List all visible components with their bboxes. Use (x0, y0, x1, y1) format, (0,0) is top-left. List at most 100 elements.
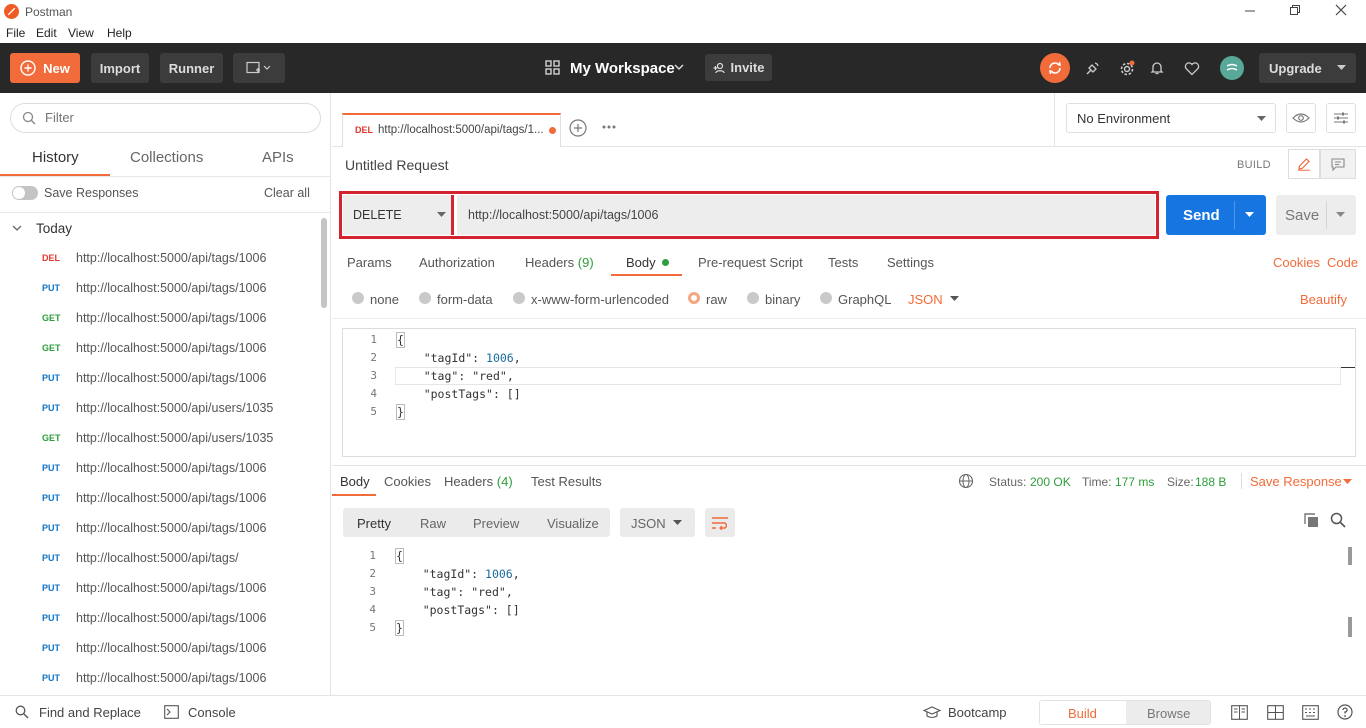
tab-body[interactable]: Body (626, 255, 670, 270)
menu-file[interactable]: File (6, 26, 25, 40)
history-item[interactable]: PUT http://localhost:5000/api/tags/1006 (0, 453, 320, 483)
wrap-lines-button[interactable] (705, 508, 735, 537)
body-mode-binary[interactable]: binary (765, 292, 800, 307)
environment-quick-look-button[interactable] (1286, 103, 1316, 133)
new-window-button[interactable] (233, 53, 285, 83)
more-tabs-button[interactable] (602, 125, 616, 129)
caret-down-icon[interactable] (1343, 479, 1352, 485)
menu-help[interactable]: Help (107, 26, 132, 40)
caret-down-icon[interactable] (950, 296, 959, 302)
save-responses-toggle[interactable] (12, 186, 38, 200)
history-item[interactable]: PUT http://localhost:5000/api/tags/1006 (0, 573, 320, 603)
code-link[interactable]: Code (1327, 255, 1358, 270)
body-mode-graphql[interactable]: GraphQL (838, 292, 891, 307)
tab-tests[interactable]: Tests (828, 255, 858, 270)
avatar[interactable] (1220, 56, 1244, 80)
minimize-button[interactable] (1244, 4, 1256, 16)
tab-apis[interactable]: APIs (262, 149, 294, 166)
response-tab-cookies[interactable]: Cookies (384, 474, 431, 489)
history-item[interactable]: PUT http://localhost:5000/api/tags/1006 (0, 603, 320, 633)
response-tab-body[interactable]: Body (340, 474, 370, 489)
menu-view[interactable]: View (68, 26, 94, 40)
caret-down-icon[interactable] (1245, 212, 1254, 218)
tab-headers[interactable]: Headers (9) (525, 255, 594, 270)
chevron-down-icon[interactable] (12, 224, 22, 232)
tab-history[interactable]: History (32, 149, 79, 166)
history-item[interactable]: PUT http://localhost:5000/api/tags/1006 (0, 273, 320, 303)
radio-none[interactable] (352, 292, 364, 304)
search-icon[interactable] (1330, 512, 1346, 528)
radio-raw-selected[interactable] (688, 292, 700, 304)
two-pane-view-icon[interactable] (1267, 705, 1284, 720)
history-group-today[interactable]: Today (36, 221, 72, 236)
new-button[interactable]: New (10, 53, 80, 83)
beautify-button[interactable]: Beautify (1300, 292, 1347, 307)
history-item[interactable]: DEL http://localhost:5000/api/tags/1006 (0, 243, 320, 273)
tab-prerequest-script[interactable]: Pre-request Script (698, 255, 803, 270)
radio-form-data[interactable] (419, 292, 431, 304)
history-item[interactable]: PUT http://localhost:5000/api/tags/1006 (0, 633, 320, 663)
invite-button[interactable]: Invite (705, 54, 772, 81)
console-button[interactable]: Console (188, 705, 236, 720)
workspace-selector[interactable]: My Workspace (570, 60, 675, 77)
response-body-viewer[interactable]: 1 2 3 4 5 { "tagId": 1006, "tag": "red",… (342, 545, 1356, 690)
filter-input[interactable] (10, 103, 321, 133)
response-tab-test-results[interactable]: Test Results (531, 474, 602, 489)
import-button[interactable]: Import (91, 53, 149, 83)
sync-button[interactable] (1040, 53, 1070, 83)
raw-format-select[interactable]: JSON (908, 292, 943, 307)
view-raw[interactable]: Raw (420, 516, 446, 531)
environment-select[interactable]: No Environment (1066, 103, 1276, 133)
filter-field[interactable] (45, 110, 305, 125)
body-mode-form-data[interactable]: form-data (437, 292, 493, 307)
find-and-replace-button[interactable]: Find and Replace (39, 705, 141, 720)
comments-button[interactable] (1320, 149, 1356, 179)
history-item[interactable]: GET http://localhost:5000/api/users/1035 (0, 423, 320, 453)
browse-mode-button[interactable]: Browse (1126, 701, 1210, 724)
keyboard-shortcuts-icon[interactable] (1302, 705, 1319, 720)
cookies-link[interactable]: Cookies (1273, 255, 1320, 270)
favorites-button[interactable] (1182, 59, 1202, 77)
radio-binary[interactable] (747, 292, 759, 304)
bootcamp-button[interactable]: Bootcamp (948, 705, 1007, 720)
url-input[interactable]: http://localhost:5000/api/tags/1006 (457, 195, 1155, 235)
upgrade-button[interactable]: Upgrade (1259, 53, 1356, 83)
history-item[interactable]: PUT http://localhost:5000/api/tags/1006 (0, 363, 320, 393)
globe-icon[interactable] (958, 473, 974, 489)
settings-button[interactable] (1117, 59, 1137, 79)
view-pretty[interactable]: Pretty (357, 516, 391, 531)
build-mode-button[interactable]: Build (1040, 701, 1126, 724)
restore-button[interactable] (1289, 4, 1301, 16)
history-item[interactable]: PUT http://localhost:5000/api/tags/1006 (0, 513, 320, 543)
save-response-button[interactable]: Save Response (1250, 474, 1342, 489)
clear-all-button[interactable]: Clear all (264, 186, 310, 200)
copy-icon[interactable] (1304, 513, 1319, 528)
method-select[interactable]: DELETE (343, 195, 454, 235)
radio-graphql[interactable] (820, 292, 832, 304)
history-item[interactable]: PUT http://localhost:5000/api/tags/1006 (0, 483, 320, 513)
body-mode-urlencoded[interactable]: x-www-form-urlencoded (531, 292, 669, 307)
response-format-select[interactable]: JSON (620, 508, 695, 537)
history-item[interactable]: PUT http://localhost:5000/api/tags/1006 (0, 663, 320, 693)
caret-down-icon[interactable] (1336, 212, 1345, 218)
notifications-button[interactable] (1148, 59, 1166, 77)
save-button[interactable]: Save (1276, 195, 1356, 235)
response-scrollbar-bottom[interactable] (1348, 617, 1352, 637)
request-body-editor[interactable]: 1 2 3 4 5 { "tagId": 1006, "tag": "red",… (342, 328, 1356, 457)
radio-urlencoded[interactable] (513, 292, 525, 304)
body-mode-none[interactable]: none (370, 292, 399, 307)
sidebar-scrollbar[interactable] (321, 218, 327, 308)
satellite-button[interactable] (1083, 60, 1101, 78)
history-item[interactable]: GET http://localhost:5000/api/tags/1006 (0, 303, 320, 333)
request-tab[interactable]: DEL http://localhost:5000/api/tags/1... (342, 113, 561, 147)
manage-environments-button[interactable] (1326, 103, 1356, 133)
runner-button[interactable]: Runner (160, 53, 223, 83)
tab-settings[interactable]: Settings (887, 255, 934, 270)
new-tab-button[interactable] (568, 118, 592, 142)
request-name[interactable]: Untitled Request (345, 157, 449, 173)
tab-authorization[interactable]: Authorization (419, 255, 495, 270)
response-scrollbar-top[interactable] (1348, 547, 1352, 565)
history-item[interactable]: PUT http://localhost:5000/api/tags/ (0, 543, 320, 573)
history-item[interactable]: GET http://localhost:5000/api/tags/1006 (0, 333, 320, 363)
edit-button[interactable] (1288, 149, 1320, 179)
